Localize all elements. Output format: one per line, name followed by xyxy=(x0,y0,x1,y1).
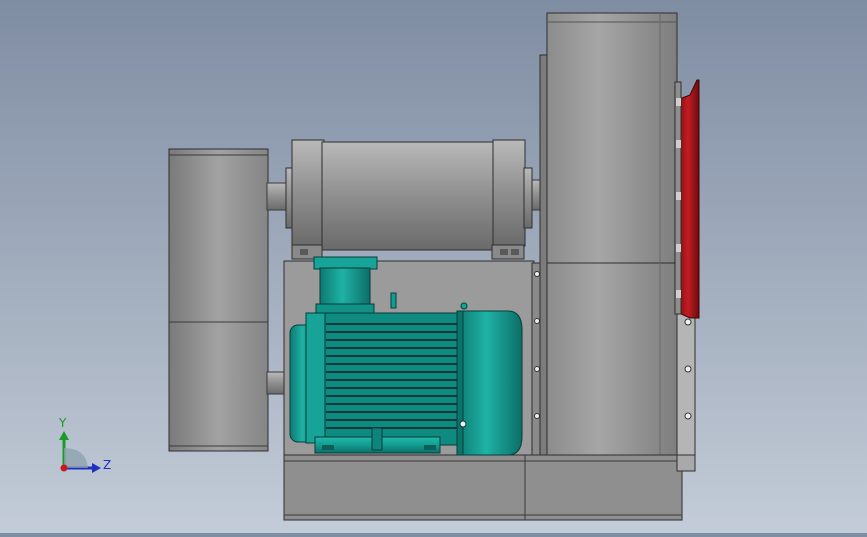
y-axis-label: Y xyxy=(58,416,67,430)
fan-housing xyxy=(539,12,696,471)
fan-assembly-drawing: Y Z xyxy=(58,12,700,521)
inlet-box xyxy=(168,148,269,452)
outlet-flange xyxy=(674,79,700,319)
bearing-housing xyxy=(285,139,533,260)
cad-viewport[interactable]: Y Z xyxy=(0,0,867,533)
base-frame xyxy=(283,454,696,521)
axis-triad: Y Z xyxy=(58,416,111,473)
triad-origin xyxy=(60,464,68,472)
z-axis-label: Z xyxy=(103,458,111,472)
